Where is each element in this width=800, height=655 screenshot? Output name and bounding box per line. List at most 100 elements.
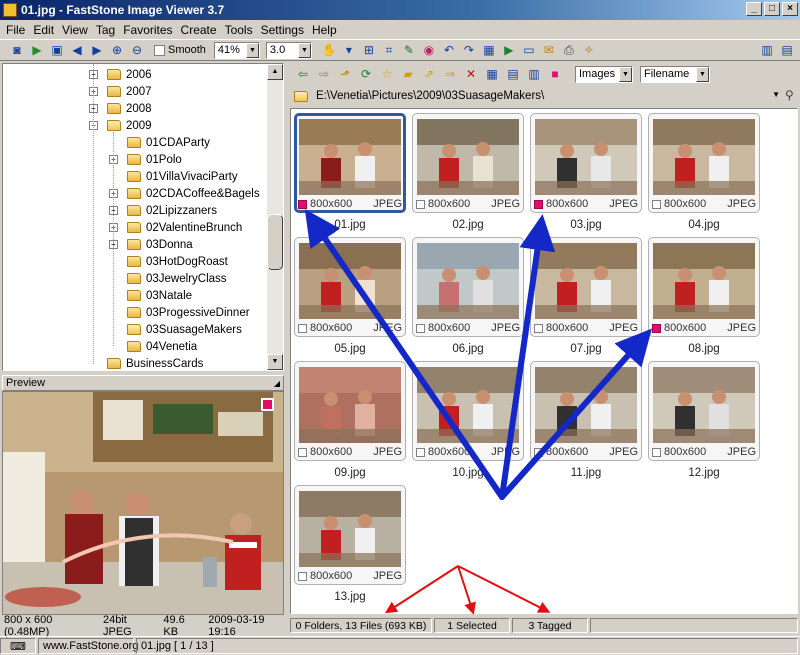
thumbnail-card[interactable]: 800x600 JPEG [530, 113, 642, 213]
tree-item[interactable]: 03ProgessiveDinner [127, 304, 250, 321]
layout-alt-icon[interactable]: ▤ [778, 41, 796, 59]
thumbnail-card[interactable]: 800x600 JPEG [648, 113, 760, 213]
previous-icon[interactable]: ◀ [68, 41, 86, 59]
thumbnail-card[interactable]: 800x600 JPEG [294, 237, 406, 337]
slideshow-icon[interactable]: ▶ [500, 41, 518, 59]
select-tool-icon[interactable]: ▾ [340, 41, 358, 59]
next-icon[interactable]: ▶ [88, 41, 106, 59]
thumbnail-card[interactable]: 800x600 JPEG [294, 113, 406, 213]
minimize-button[interactable]: _ [746, 2, 762, 16]
tree-item[interactable]: 03SuasageMakers [127, 321, 242, 338]
fullscreen-icon[interactable]: ▭ [520, 41, 538, 59]
list-view-icon[interactable]: ▤ [504, 65, 522, 83]
thumbnail-card[interactable]: 800x600 JPEG [412, 113, 524, 213]
thumbnail-filename[interactable]: 10.jpg [412, 467, 524, 479]
tag-filter-icon[interactable]: ■ [546, 65, 564, 83]
scroll-up-icon[interactable]: ▲ [267, 64, 283, 80]
menu-view[interactable]: View [58, 23, 92, 37]
thumbnail-card[interactable]: 800x600 JPEG [412, 361, 524, 461]
monitor-icon[interactable]: ⌨ [0, 638, 36, 654]
details-view-icon[interactable]: ▥ [525, 65, 543, 83]
forward-icon[interactable]: ⇨ [315, 65, 333, 83]
menu-settings[interactable]: Settings [257, 23, 308, 37]
close-button[interactable]: × [782, 2, 798, 16]
print-icon[interactable]: ⎙ [560, 41, 578, 59]
draw-icon[interactable]: ✎ [400, 41, 418, 59]
thumbnail-filename[interactable]: 04.jpg [648, 219, 760, 231]
tag-checkbox[interactable] [298, 447, 307, 457]
thumbnail-card[interactable]: 800x600 JPEG [294, 361, 406, 461]
thumbnail-filename[interactable]: 02.jpg [412, 219, 524, 231]
hand-tool-icon[interactable]: ✋ [320, 41, 338, 59]
menu-tag[interactable]: Tag [92, 23, 119, 37]
path-bar[interactable]: E:\Venetia\Pictures\2009\03SuasageMakers… [290, 86, 780, 106]
thumbnail-card[interactable]: 800x600 JPEG [648, 237, 760, 337]
thumbnail-filename[interactable]: 07.jpg [530, 343, 642, 355]
thumbnail-filename[interactable]: 09.jpg [294, 467, 406, 479]
menu-tools[interactable]: Tools [221, 23, 257, 37]
collapse-icon[interactable]: ◢ [274, 377, 280, 391]
tree-item[interactable]: BusinessCards [107, 355, 203, 370]
tree-item[interactable]: 2006 [107, 66, 152, 83]
wallpaper-icon[interactable]: ✧ [580, 41, 598, 59]
copy-to-icon[interactable]: ⇗ [420, 65, 438, 83]
thumbnail-card[interactable]: 800x600 JPEG [648, 361, 760, 461]
path-text[interactable]: E:\Venetia\Pictures\2009\03SuasageMakers… [316, 90, 544, 102]
tree-item[interactable]: 01CDAParty [127, 134, 210, 151]
filter-select[interactable]: Images ▼ [575, 65, 633, 83]
tree-item[interactable]: 04Venetia [127, 338, 197, 355]
tree-item[interactable]: 2007 [107, 83, 152, 100]
menu-favorites[interactable]: Favorites [119, 23, 176, 37]
resize-icon[interactable]: ⊞ [360, 41, 378, 59]
thumbnail-card[interactable]: 800x600 JPEG [530, 361, 642, 461]
open-icon[interactable]: ◙ [8, 41, 26, 59]
compare-icon[interactable]: ▦ [480, 41, 498, 59]
favorite-icon[interactable]: ☆ [378, 65, 396, 83]
menu-edit[interactable]: Edit [29, 23, 58, 37]
tree-item[interactable]: 01Polo [127, 151, 182, 168]
pin-icon[interactable]: ⚲ [785, 88, 794, 102]
tag-marker[interactable] [534, 199, 543, 209]
tree-item[interactable]: 03JewelryClass [127, 270, 227, 287]
thumbnail-card[interactable]: 800x600 JPEG [294, 485, 406, 585]
gamma-select[interactable]: 3.0 ▼ [265, 41, 312, 59]
red-eye-icon[interactable]: ◉ [420, 41, 438, 59]
scroll-down-icon[interactable]: ▼ [267, 354, 283, 370]
zoom-in-icon[interactable]: ⊕ [108, 41, 126, 59]
tag-checkbox[interactable] [534, 447, 543, 457]
tree-item[interactable]: 02ValentineBrunch [127, 219, 242, 236]
rotate-left-icon[interactable]: ↶ [440, 41, 458, 59]
tree-item[interactable]: 03Natale [127, 287, 192, 304]
rotate-right-icon[interactable]: ↷ [460, 41, 478, 59]
menu-create[interactable]: Create [177, 23, 221, 37]
tree-item[interactable]: 01VillaVivaciParty [127, 168, 238, 185]
chevron-down-icon[interactable]: ▼ [772, 90, 780, 99]
thumbnail-filename[interactable]: 01.jpg [294, 219, 406, 231]
tree-item[interactable]: 03Donna [127, 236, 193, 253]
refresh-icon[interactable]: ⟳ [357, 65, 375, 83]
thumbnail-filename[interactable]: 08.jpg [648, 343, 760, 355]
up-folder-icon[interactable]: ⬏ [336, 65, 354, 83]
tag-checkbox[interactable] [652, 199, 661, 209]
zoom-select[interactable]: 41% ▼ [213, 41, 260, 59]
browse-icon[interactable]: ▶ [28, 41, 46, 59]
tag-marker[interactable] [652, 323, 661, 333]
tree-scrollbar[interactable]: ▲ ▼ [267, 64, 283, 370]
sort-select[interactable]: Filename ▼ [640, 65, 710, 83]
tag-checkbox[interactable] [652, 447, 661, 457]
website-link[interactable]: www.FastStone.org [38, 638, 138, 654]
move-to-icon[interactable]: ⇒ [441, 65, 459, 83]
thumbnail-filename[interactable]: 12.jpg [648, 467, 760, 479]
smooth-checkbox[interactable]: Smooth [154, 44, 206, 56]
menu-help[interactable]: Help [308, 23, 341, 37]
menu-file[interactable]: File [2, 23, 29, 37]
thumbnail-card[interactable]: 800x600 JPEG [530, 237, 642, 337]
thumbnail-filename[interactable]: 13.jpg [294, 591, 406, 603]
tag-checkbox[interactable] [534, 323, 543, 333]
tag-checkbox[interactable] [298, 571, 307, 581]
maximize-button[interactable]: □ [764, 2, 780, 16]
back-icon[interactable]: ⇦ [294, 65, 312, 83]
tag-checkbox[interactable] [416, 447, 425, 457]
tag-checkbox[interactable] [416, 323, 425, 333]
thumbnail-view-icon[interactable]: ▦ [483, 65, 501, 83]
